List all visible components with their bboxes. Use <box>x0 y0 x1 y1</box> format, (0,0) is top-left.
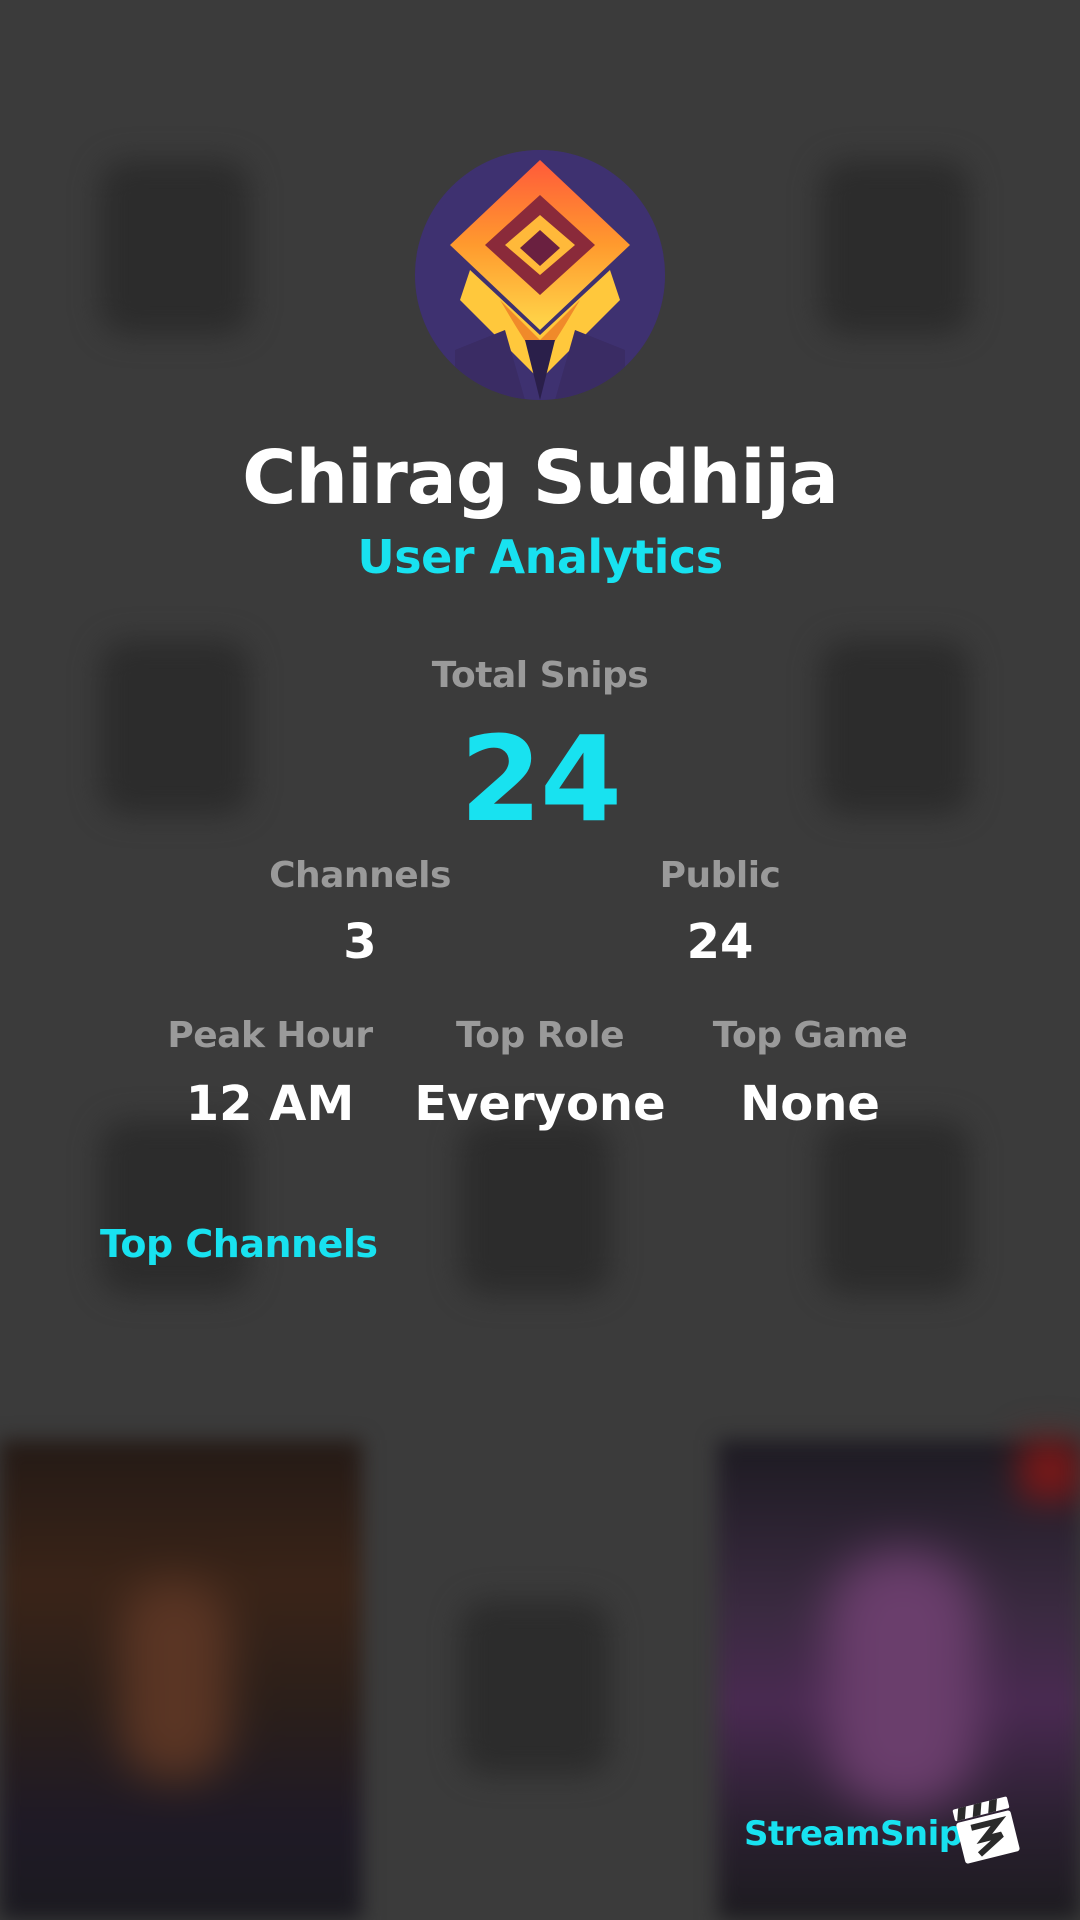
total-snips-value: 24 <box>459 710 622 848</box>
analytics-card: Chirag Sudhija User Analytics Total Snip… <box>0 0 1080 1920</box>
avatar-art-icon <box>415 150 665 400</box>
peak-hour-value: 12 AM <box>185 1076 355 1132</box>
background-tile <box>820 1120 970 1295</box>
page-subtitle: User Analytics <box>357 530 723 584</box>
public-value: 24 <box>686 914 754 970</box>
stat-peak-hour: Peak Hour 12 AM <box>150 1015 390 1132</box>
top-role-label: Top Role <box>455 1015 625 1056</box>
top-role-value: Everyone <box>414 1076 666 1132</box>
stat-top-game: Top Game None <box>690 1015 930 1132</box>
top-channels-heading: Top Channels <box>100 1222 378 1266</box>
avatar <box>415 150 665 400</box>
stat-channels: Channels 3 <box>240 855 480 970</box>
public-label: Public <box>659 855 781 896</box>
top-game-label: Top Game <box>712 1015 908 1056</box>
background-tile <box>460 1120 610 1295</box>
peak-hour-label: Peak Hour <box>167 1015 373 1056</box>
background-photo-left <box>0 1440 362 1920</box>
channels-value: 3 <box>343 914 377 970</box>
background-tile <box>460 1600 610 1775</box>
total-snips-label: Total Snips <box>431 655 649 696</box>
brand-name: StreamSnip <box>744 1814 963 1854</box>
background-tile <box>100 160 250 335</box>
clapperboard-icon <box>948 1790 1026 1868</box>
background-tile <box>100 1120 250 1295</box>
stat-public: Public 24 <box>600 855 840 970</box>
background-tile <box>820 160 970 335</box>
top-game-value: None <box>740 1076 880 1132</box>
channels-label: Channels <box>269 855 451 896</box>
stat-top-role: Top Role Everyone <box>400 1015 680 1132</box>
profile-name: Chirag Sudhija <box>242 435 839 521</box>
